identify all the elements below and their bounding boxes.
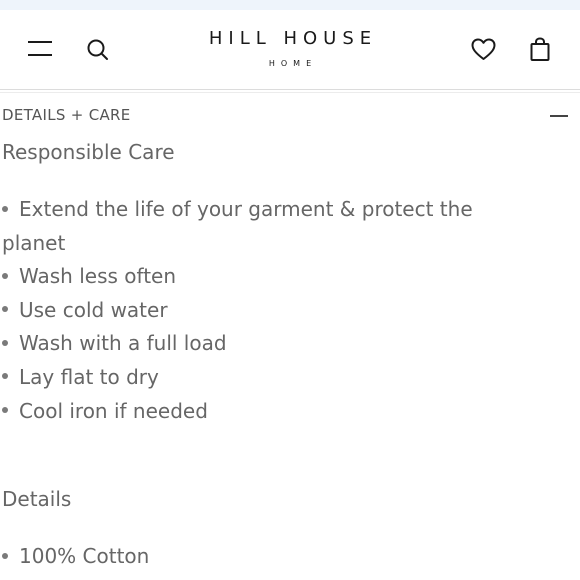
- bullet-icon: [2, 272, 8, 279]
- list-item: 100% Cotton: [2, 540, 522, 574]
- list-item-text: Lay flat to dry: [19, 364, 159, 389]
- heart-icon[interactable]: [471, 38, 496, 61]
- list-item: Extend the life of your garment & protec…: [2, 193, 522, 260]
- care-list: Extend the life of your garment & protec…: [2, 193, 522, 428]
- list-item-text: Use cold water: [19, 297, 168, 322]
- shopping-bag-icon[interactable]: [530, 37, 550, 62]
- details-heading: Details: [2, 487, 72, 511]
- site-header: HILL HOUSE HOME: [0, 10, 580, 90]
- bullet-icon: [2, 306, 8, 313]
- list-item: Cool iron if needed: [2, 395, 522, 429]
- list-item: Lay flat to dry: [2, 361, 522, 395]
- list-item-text: Cool iron if needed: [19, 398, 208, 423]
- list-item-text: Extend the life of your garment & protec…: [2, 197, 473, 255]
- list-item-text: Wash less often: [19, 264, 177, 289]
- care-heading: Responsible Care: [2, 140, 175, 164]
- details-care-accordion-header[interactable]: DETAILS + CARE: [2, 106, 576, 124]
- collapse-minus-icon[interactable]: [550, 115, 568, 117]
- details-list: 100% Cotton: [2, 540, 522, 574]
- list-item: Use cold water: [2, 294, 522, 328]
- product-details-panel: DETAILS + CARE Responsible Care Extend t…: [0, 93, 580, 580]
- bullet-icon: [2, 339, 8, 346]
- list-item-text: Wash with a full load: [19, 331, 227, 356]
- top-strip: [0, 0, 580, 10]
- bullet-icon: [2, 552, 8, 559]
- bullet-icon: [2, 407, 8, 414]
- bullet-icon: [2, 373, 8, 380]
- bullet-icon: [2, 205, 8, 212]
- list-item: Wash less often: [2, 260, 522, 294]
- section-title: DETAILS + CARE: [2, 106, 131, 124]
- list-item-text: 100% Cotton: [19, 544, 150, 568]
- list-item: Wash with a full load: [2, 327, 522, 361]
